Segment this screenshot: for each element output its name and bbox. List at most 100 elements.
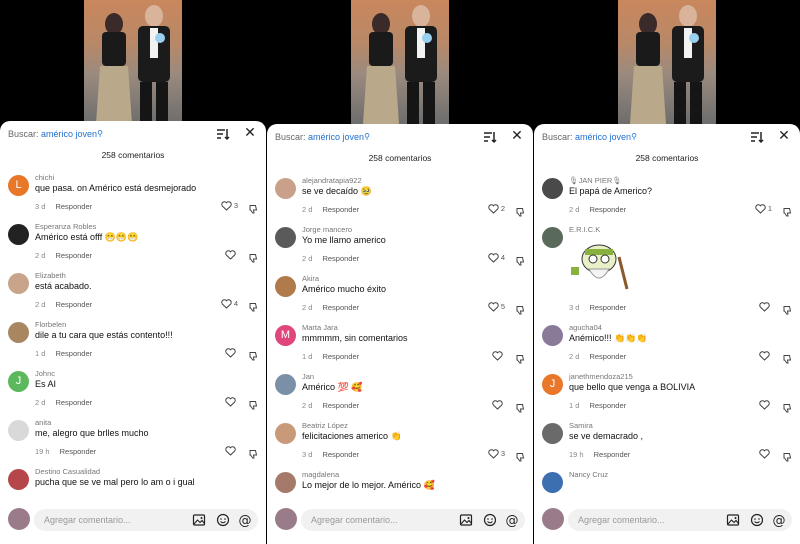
video-thumbnail[interactable] bbox=[84, 0, 182, 124]
dislike-icon[interactable] bbox=[515, 351, 525, 369]
commenter-avatar[interactable] bbox=[8, 420, 29, 441]
commenter-avatar[interactable] bbox=[8, 469, 29, 490]
commenter-avatar[interactable] bbox=[275, 178, 296, 199]
reply-button[interactable]: Responder bbox=[322, 205, 359, 214]
commenter-avatar[interactable] bbox=[542, 227, 563, 248]
commenter-username[interactable]: chichi bbox=[35, 173, 54, 182]
mention-icon[interactable]: @ bbox=[238, 513, 252, 528]
search-query[interactable]: américo joven bbox=[308, 132, 364, 142]
reply-button[interactable]: Responder bbox=[55, 349, 92, 358]
image-icon[interactable] bbox=[726, 513, 740, 527]
comment-list[interactable]: 🎙JAN PIER🎙 El papá de Americo? 2 d Responde… bbox=[534, 175, 800, 500]
commenter-username[interactable]: Johnc bbox=[35, 369, 55, 378]
comment-item[interactable]: Beatriz López felicitaciones americo 👏 3 d… bbox=[267, 420, 533, 469]
commenter-username[interactable]: Marta Jara bbox=[302, 323, 338, 332]
comment-item[interactable]: J Johnc Es AI 2 d Responder bbox=[0, 368, 266, 417]
like-button[interactable] bbox=[225, 250, 238, 260]
commenter-username[interactable]: alejandratapia922 bbox=[302, 176, 362, 185]
commenter-avatar[interactable] bbox=[275, 276, 296, 297]
search-bar[interactable]: Buscar: américo joven⚲ bbox=[542, 132, 637, 142]
reply-button[interactable]: Responder bbox=[60, 447, 97, 456]
dislike-icon[interactable] bbox=[248, 348, 258, 366]
dislike-icon[interactable] bbox=[515, 253, 525, 271]
comment-item[interactable]: Destino Casualidad pucha que se ve mal pe… bbox=[0, 466, 266, 500]
comment-item[interactable]: Elizabeth está acabado. 2 d Responder 4 bbox=[0, 270, 266, 319]
reply-button[interactable]: Responder bbox=[55, 202, 92, 211]
video-thumbnail[interactable] bbox=[351, 0, 449, 124]
dislike-icon[interactable] bbox=[782, 351, 792, 369]
comment-item[interactable]: Akira Américo mucho éxito 2 d Responder 5 bbox=[267, 273, 533, 322]
commenter-avatar[interactable] bbox=[275, 472, 296, 493]
commenter-avatar[interactable] bbox=[275, 423, 296, 444]
comment-item[interactable]: Jjanethmendoza215 que bello que venga a B… bbox=[534, 371, 800, 420]
mention-icon[interactable]: @ bbox=[772, 513, 786, 528]
dislike-icon[interactable] bbox=[248, 446, 258, 464]
commenter-username[interactable]: Elizabeth bbox=[35, 271, 66, 280]
reply-button[interactable]: Responder bbox=[322, 401, 359, 410]
dislike-icon[interactable] bbox=[515, 204, 525, 222]
dislike-icon[interactable] bbox=[515, 302, 525, 320]
comment-list[interactable]: Lchichi que pasa. on Américo está desmejo… bbox=[0, 172, 266, 500]
like-button[interactable] bbox=[759, 449, 772, 459]
commenter-username[interactable]: janethmendoza215 bbox=[569, 372, 633, 381]
commenter-username[interactable]: E.R.I.C.K bbox=[569, 225, 600, 234]
dislike-icon[interactable] bbox=[782, 302, 792, 320]
sort-icon[interactable] bbox=[483, 130, 497, 144]
comment-item[interactable]: Samira se ve demacrado , 19 h Responder bbox=[534, 420, 800, 469]
reply-button[interactable]: Responder bbox=[594, 450, 631, 459]
comment-item[interactable]: Esperanza Robles Américo está offf 😁😁😁 2 d… bbox=[0, 221, 266, 270]
comment-item[interactable]: Nancy Cruz bbox=[534, 469, 800, 500]
dislike-icon[interactable] bbox=[515, 400, 525, 418]
comment-item[interactable]: E.R.I.C.K 3 d Responder bbox=[534, 224, 800, 322]
close-icon[interactable]: ✕ bbox=[778, 128, 790, 142]
commenter-avatar[interactable]: J bbox=[542, 374, 563, 395]
commenter-avatar[interactable] bbox=[8, 322, 29, 343]
commenter-username[interactable]: Samira bbox=[569, 421, 593, 430]
reply-button[interactable]: Responder bbox=[55, 300, 92, 309]
like-button[interactable] bbox=[492, 400, 505, 410]
like-button[interactable]: 3 bbox=[488, 449, 505, 459]
commenter-username[interactable]: magdalena bbox=[302, 470, 339, 479]
add-comment-input[interactable]: Agregar comentario... @ bbox=[568, 509, 792, 531]
like-button[interactable]: 3 bbox=[221, 201, 238, 211]
mention-icon[interactable]: @ bbox=[505, 513, 519, 528]
sort-icon[interactable] bbox=[216, 127, 230, 141]
commenter-username[interactable]: Nancy Cruz bbox=[569, 470, 608, 479]
reply-button[interactable]: Responder bbox=[322, 352, 359, 361]
like-button[interactable] bbox=[225, 348, 238, 358]
sort-icon[interactable] bbox=[750, 130, 764, 144]
reply-button[interactable]: Responder bbox=[589, 205, 626, 214]
commenter-avatar[interactable] bbox=[542, 325, 563, 346]
add-comment-input[interactable]: Agregar comentario... @ bbox=[301, 509, 525, 531]
comment-item[interactable]: Jan Américo 💯 🥰 2 d Responder bbox=[267, 371, 533, 420]
reply-button[interactable]: Responder bbox=[589, 401, 626, 410]
commenter-avatar[interactable] bbox=[275, 374, 296, 395]
commenter-avatar[interactable] bbox=[542, 178, 563, 199]
commenter-username[interactable]: Destino Casualidad bbox=[35, 467, 100, 476]
like-button[interactable] bbox=[759, 302, 772, 312]
emoji-icon[interactable] bbox=[750, 513, 764, 527]
dislike-icon[interactable] bbox=[782, 449, 792, 467]
reply-button[interactable]: Responder bbox=[322, 303, 359, 312]
commenter-username[interactable]: Jan bbox=[302, 372, 314, 381]
close-icon[interactable]: ✕ bbox=[511, 128, 523, 142]
commenter-avatar[interactable]: J bbox=[8, 371, 29, 392]
search-bar[interactable]: Buscar: américo joven⚲ bbox=[275, 132, 370, 142]
reply-button[interactable]: Responder bbox=[322, 254, 359, 263]
reply-button[interactable]: Responder bbox=[589, 303, 626, 312]
commenter-username[interactable]: Jorge mancero bbox=[302, 225, 352, 234]
image-icon[interactable] bbox=[192, 513, 206, 527]
commenter-username[interactable]: Beatriz López bbox=[302, 421, 348, 430]
video-thumbnail[interactable] bbox=[618, 0, 716, 124]
reply-button[interactable]: Responder bbox=[55, 251, 92, 260]
commenter-avatar[interactable] bbox=[8, 273, 29, 294]
search-bar[interactable]: Buscar: américo joven⚲ bbox=[8, 129, 103, 139]
reply-button[interactable]: Responder bbox=[55, 398, 92, 407]
comment-item[interactable]: magdalena Lo mejor de lo mejor. Américo 🥰 bbox=[267, 469, 533, 500]
like-button[interactable]: 1 bbox=[755, 204, 772, 214]
like-button[interactable] bbox=[759, 400, 772, 410]
like-button[interactable]: 2 bbox=[488, 204, 505, 214]
comment-item[interactable]: Florbelen dile a tu cara que estás conten… bbox=[0, 319, 266, 368]
like-button[interactable]: 4 bbox=[221, 299, 238, 309]
comment-item[interactable]: agucha04 Anémico!!! 👏👏👏 2 d Responder bbox=[534, 322, 800, 371]
